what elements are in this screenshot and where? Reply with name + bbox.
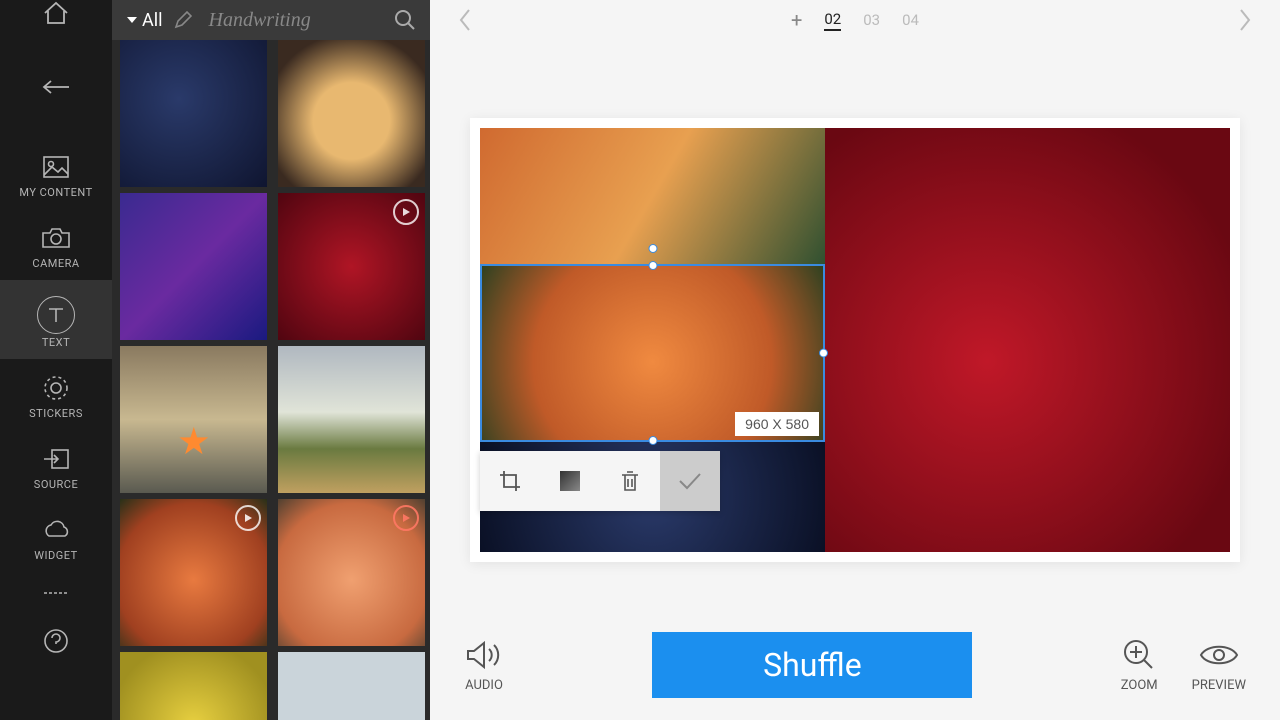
source-label: SOURCE xyxy=(34,478,78,491)
fill-button[interactable] xyxy=(540,451,600,511)
dashed-icon xyxy=(41,580,71,606)
chevron-down-icon xyxy=(126,14,138,26)
audio-button[interactable]: AUDIO xyxy=(464,638,504,693)
stickers-icon xyxy=(41,375,71,401)
preview-icon xyxy=(1199,638,1239,672)
video-badge-icon xyxy=(235,505,261,531)
video-badge-icon xyxy=(393,199,419,225)
home-icon xyxy=(41,0,71,26)
image-icon xyxy=(41,154,71,180)
collage-frame: 960 X 580 xyxy=(470,118,1240,562)
text-button[interactable]: TEXT xyxy=(0,280,112,359)
next-page-button[interactable] xyxy=(1238,8,1252,32)
edit-icon[interactable] xyxy=(173,10,193,30)
text-label: TEXT xyxy=(42,336,70,349)
zoom-icon xyxy=(1122,638,1156,672)
stickers-label: STICKERS xyxy=(29,407,83,420)
zoom-label: ZOOM xyxy=(1121,678,1158,693)
canvas-board[interactable]: 960 X 580 xyxy=(430,40,1280,620)
preview-button[interactable]: PREVIEW xyxy=(1192,638,1246,693)
left-rail: MY CONTENT CAMERA TEXT STICKERS SOURCE W… xyxy=(0,0,112,720)
thumbnail[interactable] xyxy=(120,40,267,187)
stickers-button[interactable]: STICKERS xyxy=(0,359,112,430)
more-button[interactable] xyxy=(0,572,112,614)
delete-button[interactable] xyxy=(600,451,660,511)
zoom-button[interactable]: ZOOM xyxy=(1121,638,1158,693)
thumbnail[interactable] xyxy=(120,652,267,720)
camera-label: CAMERA xyxy=(32,257,79,270)
audio-icon xyxy=(464,638,504,672)
collage-image[interactable] xyxy=(480,128,825,264)
filter-all-label: All xyxy=(142,10,163,31)
thumbnail[interactable] xyxy=(278,652,425,720)
cloud-icon xyxy=(41,517,71,543)
back-button[interactable] xyxy=(0,36,112,138)
my-content-button[interactable]: MY CONTENT xyxy=(0,138,112,209)
my-content-label: MY CONTENT xyxy=(19,186,92,199)
collage-image-selected[interactable]: 960 X 580 xyxy=(480,264,825,442)
camera-button[interactable]: CAMERA xyxy=(0,209,112,280)
widget-label: WIDGET xyxy=(34,549,77,562)
thumbnail[interactable] xyxy=(278,193,425,340)
video-badge-icon xyxy=(393,505,419,531)
source-icon xyxy=(41,446,71,472)
canvas-area: + 02 03 04 960 X 580 xyxy=(430,0,1280,720)
source-button[interactable]: SOURCE xyxy=(0,430,112,501)
gallery-header: All Handwriting xyxy=(112,0,430,40)
shuffle-button[interactable]: Shuffle xyxy=(652,632,972,698)
gallery-search-term: Handwriting xyxy=(209,9,385,32)
selection-dimensions: 960 X 580 xyxy=(735,412,819,436)
gallery-panel: All Handwriting xyxy=(112,0,430,720)
back-arrow-icon xyxy=(41,74,71,100)
thumbnail[interactable] xyxy=(278,346,425,493)
thumbnail-grid[interactable] xyxy=(112,40,430,720)
thumbnail[interactable] xyxy=(278,499,425,646)
crop-button[interactable] xyxy=(480,451,540,511)
camera-icon xyxy=(41,225,71,251)
confirm-button[interactable] xyxy=(660,451,720,511)
help-button[interactable] xyxy=(0,614,112,664)
thumbnail[interactable] xyxy=(120,499,267,646)
selection-toolbar xyxy=(480,451,720,511)
page-04[interactable]: 04 xyxy=(902,11,919,29)
widget-button[interactable]: WIDGET xyxy=(0,501,112,572)
search-button[interactable] xyxy=(394,9,416,31)
add-page-button[interactable]: + xyxy=(791,8,802,32)
help-icon xyxy=(41,628,71,654)
text-icon xyxy=(37,296,75,334)
page-03[interactable]: 03 xyxy=(863,11,880,29)
bottom-bar: AUDIO Shuffle ZOOM PREVIEW xyxy=(430,620,1280,720)
home-button[interactable] xyxy=(0,0,112,36)
preview-label: PREVIEW xyxy=(1192,678,1246,693)
shuffle-label: Shuffle xyxy=(763,646,862,684)
thumbnail[interactable] xyxy=(278,40,425,187)
collage-image[interactable] xyxy=(825,128,1230,552)
thumbnail[interactable] xyxy=(120,193,267,340)
page-navigator: + 02 03 04 xyxy=(430,0,1280,40)
filter-all[interactable]: All xyxy=(126,10,163,31)
prev-page-button[interactable] xyxy=(458,8,472,32)
audio-label: AUDIO xyxy=(465,678,503,693)
thumbnail[interactable] xyxy=(120,346,267,493)
page-02[interactable]: 02 xyxy=(824,10,841,31)
